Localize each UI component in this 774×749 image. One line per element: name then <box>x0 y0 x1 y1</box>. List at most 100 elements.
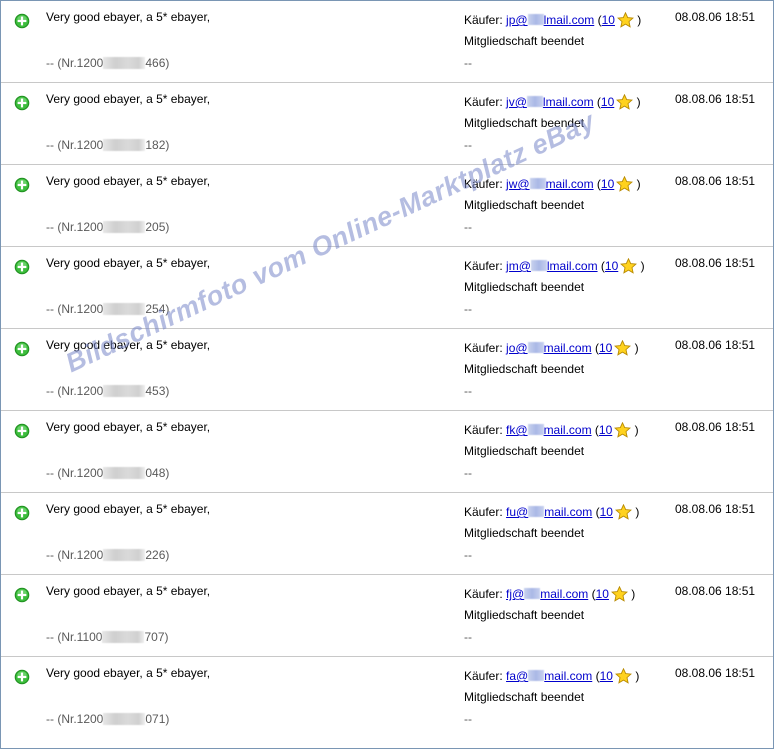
buyer-email-link[interactable]: jv@ lmail.com <box>506 95 594 109</box>
email-user: jo@ <box>506 341 528 355</box>
positive-plus-icon <box>14 505 30 521</box>
buyer-label: Käufer: <box>464 423 503 437</box>
buyer-info: Käufer: fu@ mail.com (10 ) <box>464 503 639 520</box>
email-domain: mail.com <box>544 669 593 683</box>
feedback-score-link[interactable]: 10 <box>596 587 609 601</box>
order-number-redacted <box>103 221 146 233</box>
star-icon[interactable] <box>610 585 628 602</box>
order-number-redacted <box>103 549 146 561</box>
feedback-score-link[interactable]: 10 <box>602 13 615 27</box>
feedback-row: Very good ebayer, a 5* ebayer, -- (Nr.12… <box>1 493 773 575</box>
order-number-prefix: -- (Nr.1200 <box>46 138 104 152</box>
order-number-prefix: -- (Nr.1200 <box>46 56 104 70</box>
order-number-prefix: -- (Nr.1200 <box>46 548 104 562</box>
feedback-list: Very good ebayer, a 5* ebayer, -- (Nr.12… <box>1 1 773 738</box>
positive-plus-icon <box>14 669 30 685</box>
star-icon[interactable] <box>616 93 634 110</box>
order-number: -- (Nr.1200 466) <box>46 56 169 70</box>
feedback-comment: Very good ebayer, a 5* ebayer, <box>46 338 211 352</box>
feedback-score-link[interactable]: 10 <box>600 669 613 683</box>
buyer-email-link[interactable]: fj@ mail.com <box>506 587 588 601</box>
membership-status: Mitgliedschaft beendet <box>464 280 585 294</box>
star-icon[interactable] <box>614 339 632 356</box>
order-number: -- (Nr.1200 226) <box>46 548 169 562</box>
order-number-prefix: -- (Nr.1200 <box>46 466 104 480</box>
order-number-suffix: 466) <box>145 56 170 70</box>
buyer-email-link[interactable]: fu@ mail.com <box>506 505 592 519</box>
feedback-score-link[interactable]: 10 <box>605 259 618 273</box>
star-icon[interactable] <box>614 421 632 438</box>
buyer-label: Käufer: <box>464 95 503 109</box>
buyer-info: Käufer: jm@ lmail.com (10 ) <box>464 257 645 274</box>
feedback-score-link[interactable]: 10 <box>601 95 614 109</box>
feedback-date: 08.08.06 18:51 <box>675 584 756 598</box>
status-extra: -- <box>464 630 472 644</box>
order-number-prefix: -- (Nr.1200 <box>46 712 104 726</box>
buyer-email-link[interactable]: jo@ mail.com <box>506 341 592 355</box>
status-extra: -- <box>464 712 472 726</box>
score-close: ) <box>637 13 642 27</box>
email-domain: mail.com <box>544 505 593 519</box>
email-user: jv@ <box>506 95 527 109</box>
feedback-score-link[interactable]: 10 <box>599 423 612 437</box>
buyer-email-link[interactable]: jp@ lmail.com <box>506 13 594 27</box>
score-close: ) <box>634 423 639 437</box>
order-number-prefix: -- (Nr.1200 <box>46 220 104 234</box>
email-domain: lmail.com <box>542 95 594 109</box>
feedback-score-link[interactable]: 10 <box>601 177 614 191</box>
order-number-prefix: -- (Nr.1200 <box>46 384 104 398</box>
buyer-info: Käufer: jv@ lmail.com (10 ) <box>464 93 641 110</box>
email-domain: lmail.com <box>543 13 595 27</box>
order-number: -- (Nr.1200 205) <box>46 220 169 234</box>
order-number-redacted <box>103 57 146 69</box>
email-domain: mail.com <box>543 423 592 437</box>
buyer-email-link[interactable]: jm@ lmail.com <box>506 259 598 273</box>
feedback-comment: Very good ebayer, a 5* ebayer, <box>46 420 211 434</box>
order-number-suffix: 205) <box>145 220 170 234</box>
email-redacted <box>524 588 541 599</box>
order-number-redacted <box>103 713 146 725</box>
positive-plus-icon <box>14 177 30 193</box>
membership-status: Mitgliedschaft beendet <box>464 198 585 212</box>
email-user: fj@ <box>506 587 525 601</box>
feedback-row: Very good ebayer, a 5* ebayer, -- (Nr.12… <box>1 411 773 493</box>
positive-plus-icon <box>14 13 30 29</box>
order-number: -- (Nr.1200 453) <box>46 384 169 398</box>
order-number: -- (Nr.1200 048) <box>46 466 169 480</box>
feedback-date: 08.08.06 18:51 <box>675 666 756 680</box>
order-number: -- (Nr.1100 707) <box>46 630 169 644</box>
membership-status: Mitgliedschaft beendet <box>464 444 585 458</box>
score-close: ) <box>634 341 639 355</box>
buyer-email-link[interactable]: fk@ mail.com <box>506 423 592 437</box>
score-close: ) <box>640 259 645 273</box>
star-icon[interactable] <box>620 257 638 274</box>
buyer-label: Käufer: <box>464 177 503 191</box>
feedback-row: Very good ebayer, a 5* ebayer, -- (Nr.12… <box>1 83 773 165</box>
email-domain: mail.com <box>545 177 594 191</box>
order-number-suffix: 048) <box>145 466 170 480</box>
order-number-suffix: 071) <box>145 712 170 726</box>
buyer-email-link[interactable]: fa@ mail.com <box>506 669 592 683</box>
buyer-info: Käufer: fk@ mail.com (10 ) <box>464 421 639 438</box>
feedback-row: Very good ebayer, a 5* ebayer, -- (Nr.12… <box>1 1 773 83</box>
buyer-label: Käufer: <box>464 587 503 601</box>
feedback-row: Very good ebayer, a 5* ebayer, -- (Nr.12… <box>1 247 773 329</box>
buyer-info: Käufer: fa@ mail.com (10 ) <box>464 667 639 684</box>
email-user: fk@ <box>506 423 528 437</box>
feedback-score-link[interactable]: 10 <box>600 505 613 519</box>
order-number-suffix: 182) <box>145 138 170 152</box>
star-icon[interactable] <box>616 175 634 192</box>
buyer-info: Käufer: jo@ mail.com (10 ) <box>464 339 639 356</box>
email-domain: lmail.com <box>546 259 598 273</box>
buyer-email-link[interactable]: jw@ mail.com <box>506 177 594 191</box>
membership-status: Mitgliedschaft beendet <box>464 608 585 622</box>
buyer-label: Käufer: <box>464 669 503 683</box>
membership-status: Mitgliedschaft beendet <box>464 34 585 48</box>
feedback-score-link[interactable]: 10 <box>599 341 612 355</box>
star-icon[interactable] <box>616 11 634 28</box>
star-icon[interactable] <box>615 667 632 684</box>
feedback-row: Very good ebayer, a 5* ebayer, -- (Nr.12… <box>1 165 773 247</box>
email-user: fa@ <box>506 669 529 683</box>
star-icon[interactable] <box>615 503 632 520</box>
membership-status: Mitgliedschaft beendet <box>464 690 585 704</box>
